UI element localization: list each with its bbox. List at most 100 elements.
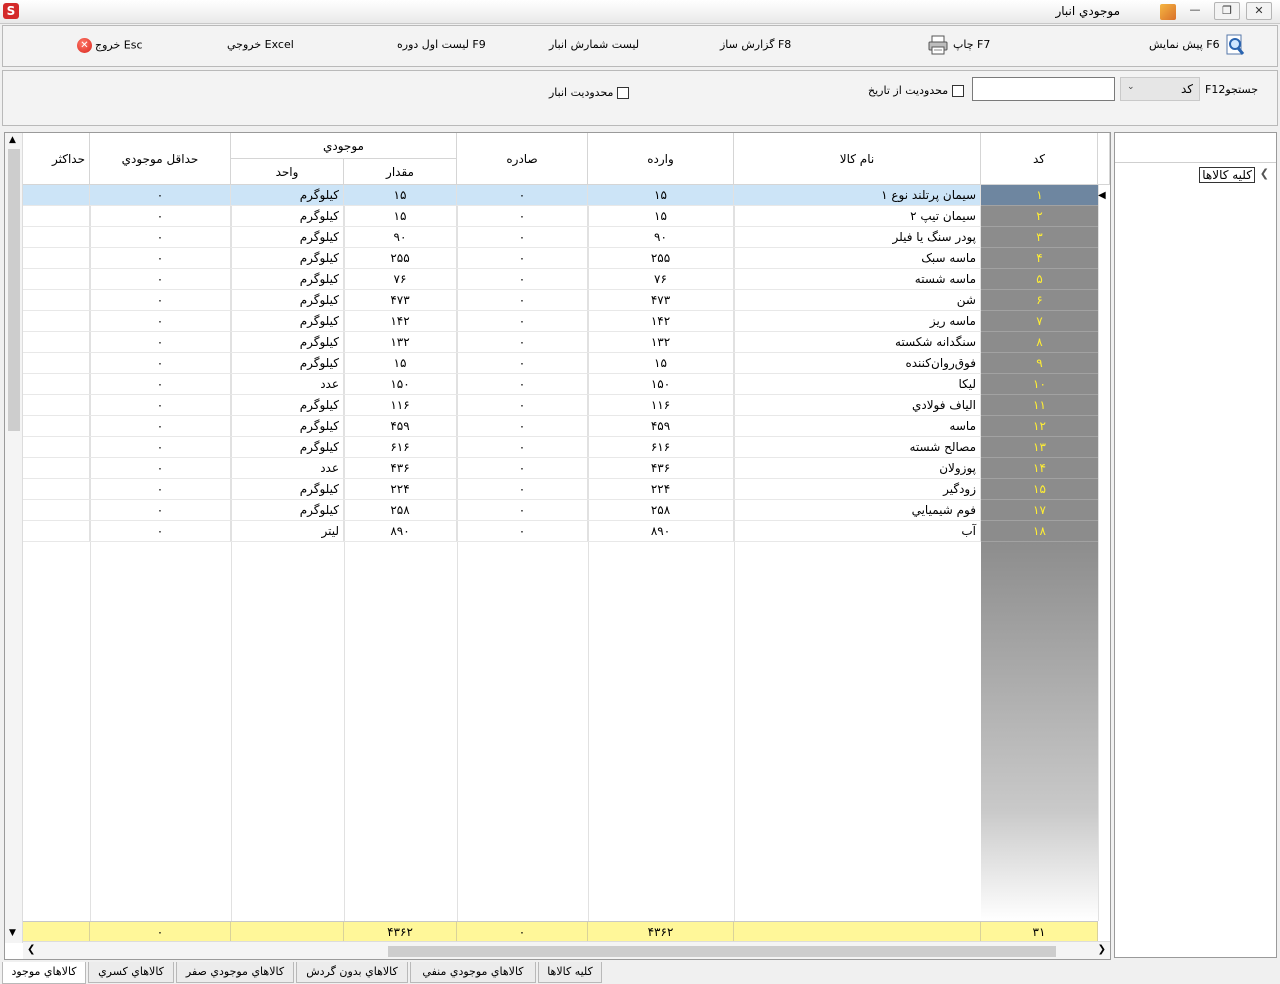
- tab-no-turnover-items[interactable]: کالاهاي بدون گردش: [296, 962, 408, 983]
- cell-quantity[interactable]: ۱۵۰: [344, 374, 457, 395]
- cell-code[interactable]: ۵: [981, 269, 1098, 290]
- cell-unit[interactable]: کيلوگرم: [231, 311, 344, 332]
- cell-min[interactable]: ۰: [90, 311, 231, 332]
- cell-unit[interactable]: کيلوگرم: [231, 248, 344, 269]
- cell-outgoing[interactable]: ۰: [457, 500, 588, 521]
- cell-max[interactable]: [23, 416, 90, 437]
- cell-min[interactable]: ۰: [90, 332, 231, 353]
- cell-incoming[interactable]: ۸۹۰: [588, 521, 734, 542]
- cell-min[interactable]: ۰: [90, 395, 231, 416]
- cell-quantity[interactable]: ۴۳۶: [344, 458, 457, 479]
- close-button[interactable]: ✕: [1246, 2, 1272, 20]
- cell-quantity[interactable]: ۱۱۶: [344, 395, 457, 416]
- cell-code[interactable]: ۱۰: [981, 374, 1098, 395]
- cell-name[interactable]: ماسه ريز: [734, 311, 981, 332]
- cell-name[interactable]: الياف فولادي: [734, 395, 981, 416]
- cell-code[interactable]: ۳: [981, 227, 1098, 248]
- cell-max[interactable]: [23, 521, 90, 542]
- cell-outgoing[interactable]: ۰: [457, 227, 588, 248]
- search-input[interactable]: [972, 77, 1115, 101]
- cell-quantity[interactable]: ۱۴۲: [344, 311, 457, 332]
- cell-outgoing[interactable]: ۰: [457, 416, 588, 437]
- cell-code[interactable]: ۷: [981, 311, 1098, 332]
- cell-max[interactable]: [23, 437, 90, 458]
- header-outgoing[interactable]: صادره: [457, 133, 588, 185]
- search-field-select[interactable]: ⌄ کد: [1120, 77, 1200, 101]
- cell-code[interactable]: ۶: [981, 290, 1098, 311]
- cell-quantity[interactable]: ۱۳۲: [344, 332, 457, 353]
- tab-zero-stock-items[interactable]: کالاهاي موجودي صفر: [176, 962, 294, 983]
- cell-max[interactable]: [23, 500, 90, 521]
- cell-name[interactable]: سنگدانه شکسته: [734, 332, 981, 353]
- cell-incoming[interactable]: ۱۵: [588, 185, 734, 206]
- cell-unit[interactable]: ليتر: [231, 521, 344, 542]
- cell-name[interactable]: سيمان تيپ ۲: [734, 206, 981, 227]
- cell-outgoing[interactable]: ۰: [457, 521, 588, 542]
- horizontal-scrollbar[interactable]: ❮ ❯: [23, 941, 1110, 959]
- cell-quantity[interactable]: ۲۵۸: [344, 500, 457, 521]
- cell-name[interactable]: پودر سنگ يا فيلر: [734, 227, 981, 248]
- scroll-down-icon[interactable]: ▼: [9, 928, 16, 938]
- cell-min[interactable]: ۰: [90, 500, 231, 521]
- scroll-right-icon[interactable]: ❯: [1098, 944, 1106, 955]
- cell-quantity[interactable]: ۱۵: [344, 185, 457, 206]
- cell-unit[interactable]: کيلوگرم: [231, 416, 344, 437]
- cell-max[interactable]: [23, 248, 90, 269]
- cell-max[interactable]: [23, 458, 90, 479]
- cell-outgoing[interactable]: ۰: [457, 311, 588, 332]
- cell-code[interactable]: ۹: [981, 353, 1098, 374]
- cell-outgoing[interactable]: ۰: [457, 353, 588, 374]
- cell-quantity[interactable]: ۴۷۳: [344, 290, 457, 311]
- cell-quantity[interactable]: ۷۶: [344, 269, 457, 290]
- cell-max[interactable]: [23, 227, 90, 248]
- cell-unit[interactable]: کيلوگرم: [231, 332, 344, 353]
- tab-all-items[interactable]: کليه کالاها: [538, 962, 602, 983]
- cell-quantity[interactable]: ۸۹۰: [344, 521, 457, 542]
- header-code[interactable]: کد: [981, 133, 1098, 185]
- cell-code[interactable]: ۱۵: [981, 479, 1098, 500]
- cell-incoming[interactable]: ۶۱۶: [588, 437, 734, 458]
- cell-name[interactable]: مصالح شسته: [734, 437, 981, 458]
- cell-outgoing[interactable]: ۰: [457, 248, 588, 269]
- cell-min[interactable]: ۰: [90, 248, 231, 269]
- cell-code[interactable]: ۱۱: [981, 395, 1098, 416]
- scroll-left-icon[interactable]: ❮: [27, 944, 35, 955]
- date-limit-checkbox[interactable]: محدوديت از تاريخ: [868, 84, 965, 97]
- cell-max[interactable]: [23, 269, 90, 290]
- tab-shortage-items[interactable]: کالاهاي کسري: [88, 962, 174, 983]
- cell-incoming[interactable]: ۱۵: [588, 206, 734, 227]
- cell-code[interactable]: ۲: [981, 206, 1098, 227]
- cell-outgoing[interactable]: ۰: [457, 437, 588, 458]
- cell-outgoing[interactable]: ۰: [457, 479, 588, 500]
- cell-name[interactable]: ليکا: [734, 374, 981, 395]
- cell-max[interactable]: [23, 311, 90, 332]
- cell-quantity[interactable]: ۱۵: [344, 353, 457, 374]
- cell-incoming[interactable]: ۱۵۰: [588, 374, 734, 395]
- cell-max[interactable]: [23, 185, 90, 206]
- header-min-stock[interactable]: حداقل موجودي: [90, 133, 231, 185]
- cell-code[interactable]: ۴: [981, 248, 1098, 269]
- cell-max[interactable]: [23, 353, 90, 374]
- cell-unit[interactable]: کيلوگرم: [231, 479, 344, 500]
- cell-outgoing[interactable]: ۰: [457, 206, 588, 227]
- cell-name[interactable]: ماسه شسته: [734, 269, 981, 290]
- cell-min[interactable]: ۰: [90, 479, 231, 500]
- restore-button[interactable]: ❐: [1214, 2, 1240, 20]
- cell-code[interactable]: ۱۴: [981, 458, 1098, 479]
- cell-unit[interactable]: کيلوگرم: [231, 290, 344, 311]
- header-unit[interactable]: واحد: [231, 159, 344, 185]
- cell-min[interactable]: ۰: [90, 521, 231, 542]
- print-button[interactable]: چاپ F7: [927, 34, 990, 56]
- tab-available-items[interactable]: کالاهاي موجود: [2, 962, 86, 984]
- cell-max[interactable]: [23, 332, 90, 353]
- cell-incoming[interactable]: ۱۱۶: [588, 395, 734, 416]
- header-quantity[interactable]: مقدار: [344, 159, 457, 185]
- scroll-up-icon[interactable]: ▲: [9, 135, 16, 145]
- cell-max[interactable]: [23, 206, 90, 227]
- cell-quantity[interactable]: ۲۵۵: [344, 248, 457, 269]
- checkbox-box[interactable]: [952, 85, 965, 97]
- cell-incoming[interactable]: ۴۳۶: [588, 458, 734, 479]
- report-builder-button[interactable]: گزارش ساز F8: [720, 38, 791, 51]
- tab-negative-stock-items[interactable]: کالاهاي موجودي منفي: [410, 962, 536, 983]
- warehouse-limit-checkbox[interactable]: محدوديت انبار: [549, 86, 630, 99]
